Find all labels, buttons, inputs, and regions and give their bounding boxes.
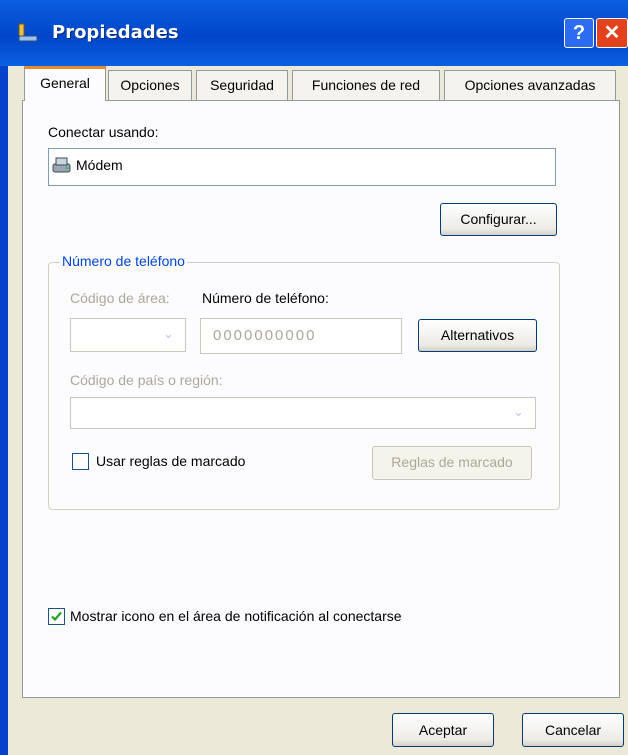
show-icon-checkbox[interactable] — [48, 608, 65, 625]
country-code-dropdown[interactable]: ⌄ — [70, 397, 536, 429]
tab-label: General — [40, 75, 90, 91]
close-icon: ✕ — [603, 22, 621, 44]
phone-group-title: Número de teléfono — [60, 253, 187, 269]
area-code-label: Código de área: — [70, 290, 170, 306]
tab-label: Opciones — [120, 77, 180, 93]
device-name: Módem — [76, 157, 123, 173]
area-code-dropdown[interactable]: ⌄ — [70, 318, 186, 352]
tab-seguridad[interactable]: Seguridad — [196, 70, 288, 100]
alternates-button[interactable]: Alternativos — [418, 319, 537, 352]
tab-general[interactable]: General — [24, 66, 106, 101]
tab-label: Funciones de red — [311, 77, 421, 93]
tab-opciones[interactable]: Opciones — [108, 70, 192, 100]
chevron-down-icon: ⌄ — [163, 326, 174, 341]
connect-using-label: Conectar usando: — [48, 124, 159, 140]
network-connection-icon — [16, 22, 40, 44]
phone-number-input[interactable]: 0000000000 — [200, 318, 402, 354]
chevron-down-icon: ⌄ — [513, 404, 524, 419]
dialing-rules-checkbox[interactable] — [72, 453, 89, 470]
window-frame-left — [0, 66, 8, 755]
close-button[interactable]: ✕ — [596, 18, 628, 48]
help-button[interactable]: ? — [564, 18, 594, 48]
country-code-label: Código de país o región: — [70, 372, 223, 388]
phone-number-value: 0000000000 — [213, 327, 317, 344]
tab-label: Seguridad — [210, 77, 274, 93]
show-icon-label: Mostrar icono en el área de notificación… — [70, 608, 402, 624]
ok-button[interactable]: Aceptar — [392, 713, 494, 747]
cancel-button[interactable]: Cancelar — [522, 713, 624, 747]
dialing-rules-button[interactable]: Reglas de marcado — [372, 446, 532, 480]
configure-button[interactable]: Configurar... — [440, 203, 557, 236]
dialing-rules-label: Usar reglas de marcado — [96, 453, 246, 469]
window-title: Propiedades — [52, 22, 179, 43]
device-list[interactable] — [48, 148, 556, 186]
tab-opciones-avanzadas[interactable]: Opciones avanzadas — [444, 70, 616, 100]
tab-label: Opciones avanzadas — [464, 77, 596, 93]
phone-number-label: Número de teléfono: — [202, 290, 329, 306]
modem-icon — [52, 155, 72, 175]
tab-funciones-de-red[interactable]: Funciones de red — [292, 70, 440, 100]
help-icon: ? — [572, 22, 586, 44]
checkmark-icon — [51, 611, 62, 622]
